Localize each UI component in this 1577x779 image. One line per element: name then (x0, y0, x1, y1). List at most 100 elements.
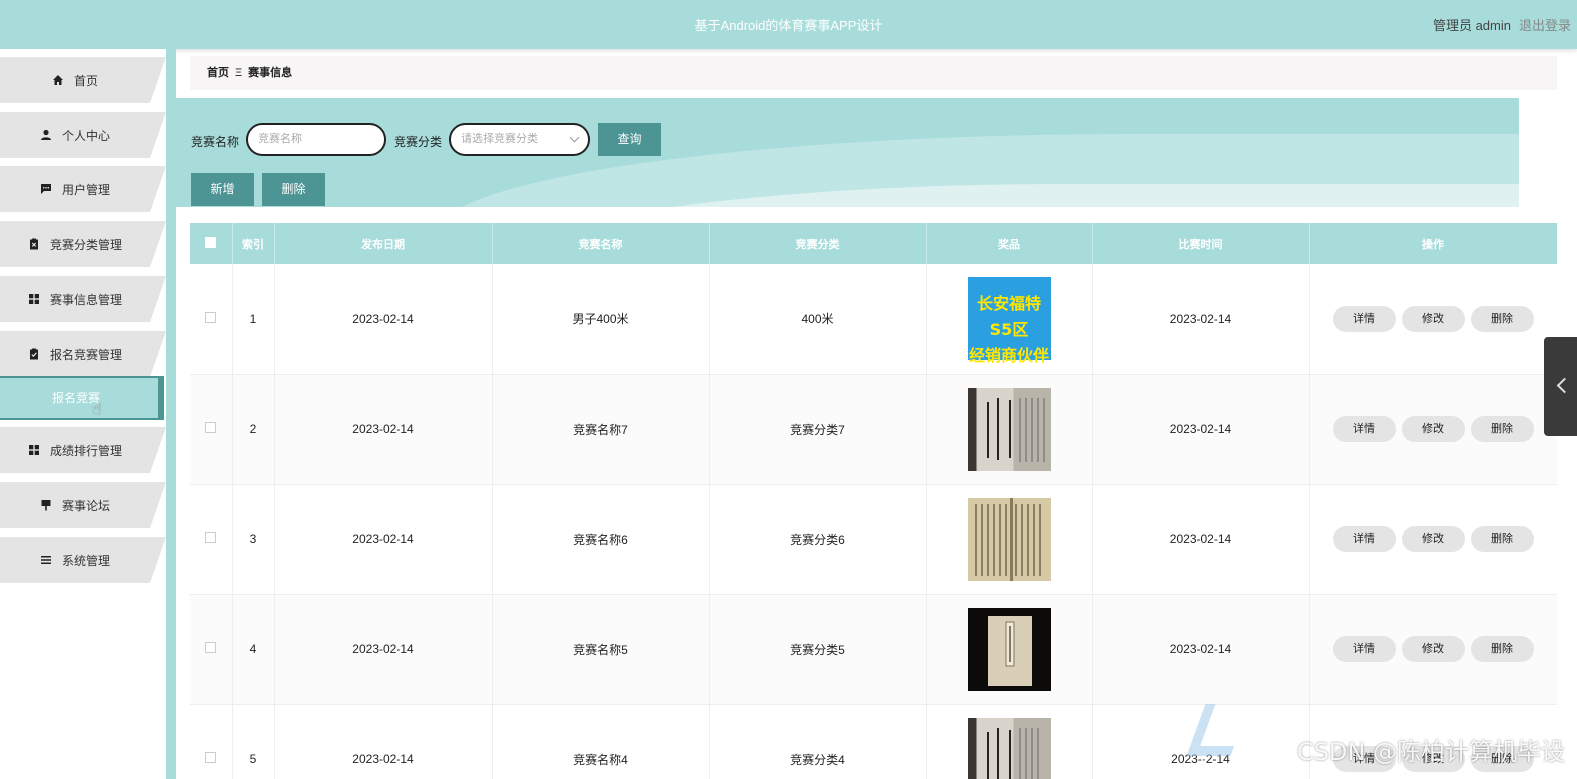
column-header-prize: 奖品 (926, 223, 1093, 264)
sidebar-item-category-management[interactable]: 竞赛分类管理 (0, 221, 166, 267)
home-icon (52, 74, 64, 86)
prize-thumbnail[interactable]: 长安福特S5区 经销商伙伴 (967, 277, 1051, 365)
prize-thumbnail[interactable] (967, 607, 1051, 691)
column-header-index: 索引 (232, 223, 275, 264)
clipboard-x-icon (28, 238, 40, 250)
competition-category-select[interactable]: 请选择竞赛分类 (449, 123, 590, 156)
prize-thumbnail[interactable] (967, 497, 1051, 581)
delete-button[interactable]: 删除 (1470, 526, 1534, 552)
sidebar-subitem-registration[interactable]: 报名竞赛 (0, 376, 164, 420)
column-header-match-time: 比赛时间 (1092, 223, 1310, 264)
signpost-icon (40, 499, 52, 511)
sidebar-item-label: 报名竞赛管理 (49, 347, 122, 362)
cell-publish-date: 2023-02-14 (274, 374, 493, 485)
hand-cursor-icon: ☝ (92, 401, 102, 418)
add-button[interactable]: 新增 (191, 173, 254, 206)
batch-delete-button[interactable]: 删除 (262, 173, 325, 206)
cell-name: 竞赛名称4 (492, 704, 710, 779)
breadcrumb-home[interactable]: 首页 (207, 67, 229, 79)
cell-name: 男子400米 (492, 264, 710, 375)
cell-actions: 详情 修改 删除 (1309, 484, 1557, 595)
column-header-publish-date: 发布日期 (274, 223, 493, 264)
column-header-actions: 操作 (1309, 223, 1557, 264)
table-row: 1 2023-02-14 男子400米 400米 长安福特S5区 经销商伙伴 20… (190, 264, 1557, 375)
competition-name-label: 竞赛名称 (191, 135, 240, 149)
clipboard-check-icon (28, 348, 40, 360)
collapse-panel-tab[interactable] (1544, 337, 1577, 436)
edit-button[interactable]: 修改 (1401, 636, 1465, 662)
prize-thumbnail[interactable] (967, 387, 1051, 471)
cell-actions: 详情 修改 删除 (1309, 594, 1557, 705)
sidebar-item-label: 用户管理 (61, 182, 110, 197)
delete-button[interactable]: 删除 (1470, 636, 1534, 662)
sidebar-item-label: 赛事论坛 (61, 498, 110, 513)
cell-category: 竞赛分类5 (709, 594, 927, 705)
cell-publish-date: 2023-02-14 (274, 594, 493, 705)
sidebar: 首页 个人中心 用户管理 竞赛分类管理 赛事信息管理 报名竞赛管理 报名竞赛 成… (0, 49, 166, 779)
cell-match-time: 2023-02-14 (1092, 484, 1310, 595)
cell-category: 竞赛分类7 (709, 374, 927, 485)
sidebar-item-event-info-management[interactable]: 赛事信息管理 (0, 276, 166, 322)
edit-button[interactable]: 修改 (1401, 526, 1465, 552)
event-table: 索引 发布日期 竞赛名称 竞赛分类 奖品 比赛时间 操作 1 2023-02-1… (190, 223, 1557, 779)
sidebar-item-label: 赛事信息管理 (49, 292, 122, 307)
sidebar-item-registration-management[interactable]: 报名竞赛管理 (0, 331, 166, 377)
chat-icon (40, 183, 52, 195)
cell-index: 1 (232, 264, 275, 375)
cell-index: 4 (232, 594, 275, 705)
edit-button[interactable]: 修改 (1401, 305, 1465, 332)
person-icon (40, 129, 52, 141)
category-select-placeholder: 请选择竞赛分类 (461, 133, 538, 145)
detail-button[interactable]: 详情 (1332, 636, 1396, 662)
edit-button[interactable]: 修改 (1401, 416, 1465, 442)
cell-actions: 详情 修改 删除 (1309, 264, 1557, 375)
cell-index: 3 (232, 484, 275, 595)
grid-icon (28, 444, 40, 456)
cell-publish-date: 2023-02-14 (274, 704, 493, 779)
delete-button[interactable]: 删除 (1470, 305, 1534, 332)
sidebar-item-personal-center[interactable]: 个人中心 (0, 112, 166, 158)
prize-thumbnail[interactable] (967, 717, 1051, 779)
row-checkbox[interactable] (205, 532, 217, 543)
grid-icon (28, 293, 40, 305)
sidebar-item-ranking-management[interactable]: 成绩排行管理 (0, 427, 166, 473)
row-checkbox[interactable] (205, 311, 217, 323)
sidebar-item-label: 成绩排行管理 (49, 443, 122, 458)
sidebar-item-system-management[interactable]: 系统管理 (0, 537, 166, 583)
select-all-checkbox[interactable] (205, 236, 217, 248)
table-row: 3 2023-02-14 竞赛名称6 竞赛分类6 2023-02-14 详情 修改… (190, 484, 1557, 595)
breadcrumb: 首页 Ξ 赛事信息 (190, 56, 1557, 90)
cell-actions: 详情 修改 删除 (1309, 374, 1557, 485)
column-header-category: 竞赛分类 (709, 223, 927, 264)
row-checkbox[interactable] (205, 752, 217, 763)
table-row: 4 2023-02-14 竞赛名称5 竞赛分类5 2023-02-14 详情 修改… (190, 594, 1557, 705)
detail-button[interactable]: 详情 (1332, 526, 1396, 552)
sidebar-item-label: 首页 (73, 73, 98, 88)
cell-name: 竞赛名称7 (492, 374, 710, 485)
row-checkbox[interactable] (205, 422, 217, 433)
sidebar-item-forum[interactable]: 赛事论坛 (0, 482, 166, 528)
top-header: 基于Android的体育赛事APP设计 管理员 admin 退出登录 (0, 0, 1577, 49)
sidebar-item-label: 系统管理 (61, 553, 110, 568)
delete-button[interactable]: 删除 (1470, 416, 1534, 442)
cell-index: 2 (232, 374, 275, 485)
cell-match-time: 2023-02-14 (1092, 374, 1310, 485)
prize-banner-line1: 长安福特S5区 (976, 294, 1041, 340)
table-header-row: 索引 发布日期 竞赛名称 竞赛分类 奖品 比赛时间 操作 (190, 223, 1557, 264)
breadcrumb-current: 赛事信息 (248, 67, 293, 79)
logout-link[interactable]: 退出登录 (1519, 15, 1571, 34)
cell-category: 竞赛分类4 (709, 704, 927, 779)
chevron-down-icon (569, 132, 580, 143)
admin-user-label: 管理员 admin (1432, 18, 1511, 33)
sidebar-item-home[interactable]: 首页 (0, 57, 166, 103)
cell-match-time: 2023-02-14 (1092, 594, 1310, 705)
detail-button[interactable]: 详情 (1332, 416, 1396, 442)
watermark-text: CSDN @陈柏计算机毕设 (1296, 738, 1565, 766)
sidebar-item-user-management[interactable]: 用户管理 (0, 166, 166, 212)
detail-button[interactable]: 详情 (1332, 305, 1396, 332)
competition-name-input[interactable]: 竞赛名称 (246, 123, 386, 156)
chevron-left-icon (1556, 377, 1573, 394)
row-checkbox[interactable] (205, 642, 217, 653)
query-button[interactable]: 查询 (598, 123, 661, 156)
table-row: 2 2023-02-14 竞赛名称7 竞赛分类7 2023-02-14 详情 修改… (190, 374, 1557, 485)
